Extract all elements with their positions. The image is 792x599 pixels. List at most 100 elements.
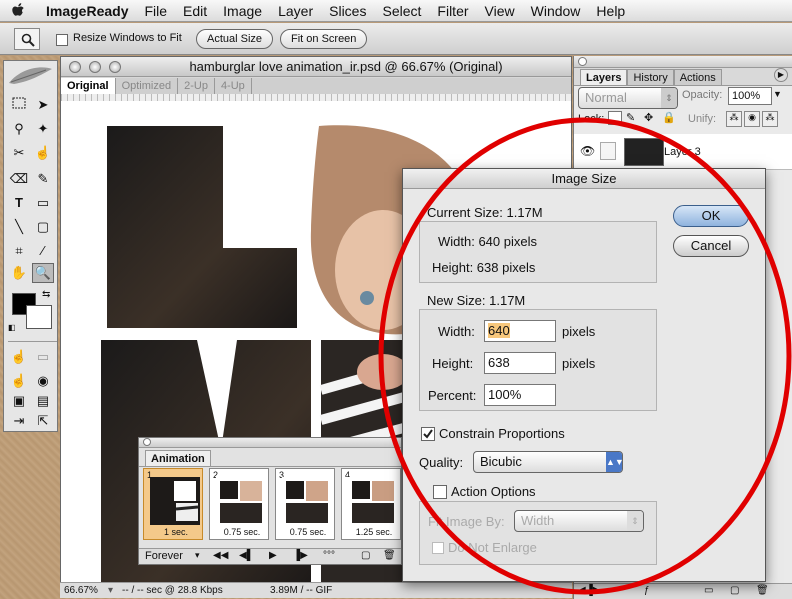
swap-colors-icon[interactable]: ⇆ [42, 289, 50, 300]
eye-icon[interactable]: 👁 [580, 144, 595, 158]
do-not-enlarge-checkbox[interactable] [432, 542, 444, 554]
image-map-tool-icon[interactable]: ☝ [8, 347, 30, 367]
magic-wand-tool-icon[interactable]: ✦ [32, 119, 54, 139]
duplicate-frame-icon[interactable]: ▢ [361, 550, 370, 561]
zoom-level[interactable]: 66.67% [64, 583, 98, 598]
animation-titlebar[interactable] [139, 438, 401, 448]
layers-palette-titlebar[interactable] [574, 56, 792, 68]
palette-close-icon[interactable] [578, 57, 587, 66]
menu-file[interactable]: File [136, 3, 175, 19]
zoom-tool-icon[interactable]: 🔍 [32, 263, 54, 283]
rollover-preview-icon[interactable]: ☝ [8, 371, 30, 391]
edit-in-photoshop-icon[interactable]: ⇥ [8, 411, 30, 431]
rectangle-tool-icon[interactable]: ▭ [32, 193, 54, 213]
menu-select[interactable]: Select [374, 3, 429, 19]
eraser-tool-icon[interactable]: ⌫ [8, 169, 30, 189]
previous-frame-icon[interactable]: ◀▌ [239, 550, 254, 561]
height-field[interactable]: 638 [484, 352, 556, 374]
menu-view[interactable]: View [477, 3, 523, 19]
tab-history[interactable]: History [627, 69, 674, 86]
slice-tool-icon[interactable]: ✂ [8, 143, 30, 163]
background-color-swatch[interactable] [26, 305, 52, 329]
play-icon[interactable]: ▶ [269, 550, 277, 561]
zoom-window-icon[interactable] [109, 61, 121, 73]
tab-animation[interactable]: Animation [145, 450, 211, 467]
type-tool-icon[interactable]: T [8, 193, 30, 213]
animation-frame-2[interactable]: 2 0.75 sec. [209, 468, 269, 540]
tab-2-up[interactable]: 2-Up [178, 78, 215, 94]
layer-link-box[interactable] [600, 142, 616, 160]
lock-all-icon[interactable]: 🔒 [662, 111, 676, 124]
tab-optimized[interactable]: Optimized [116, 78, 179, 94]
standard-screen-mode-icon[interactable]: ▣ [8, 391, 30, 411]
crop-tool-icon[interactable]: ⌗ [8, 241, 30, 261]
hand-tool-icon[interactable]: ✋ [8, 263, 30, 283]
width-field[interactable]: 640 [484, 320, 556, 342]
action-options-checkbox[interactable] [433, 485, 447, 499]
fit-on-screen-button[interactable]: Fit on Screen [280, 29, 368, 49]
frame-delay[interactable]: 1.25 sec. [346, 527, 402, 537]
lasso-tool-icon[interactable]: ⚲ [8, 119, 30, 139]
line-tool-icon[interactable]: ╲ [8, 217, 30, 237]
resize-windows-checkbox[interactable] [56, 34, 68, 46]
tab-actions[interactable]: Actions [673, 69, 722, 86]
brush-tool-icon[interactable]: ✎ [32, 169, 54, 189]
percent-field[interactable]: 100% [484, 384, 556, 406]
status-dropdown-icon[interactable]: ▾ [108, 583, 113, 598]
menu-window[interactable]: Window [523, 3, 589, 19]
animation-frame-1[interactable]: 1 1 sec. [143, 468, 203, 540]
ok-button[interactable]: OK [673, 205, 749, 227]
first-frame-icon[interactable]: ◀◀ [213, 550, 228, 561]
loop-select[interactable]: Forever [145, 550, 183, 562]
chevron-down-icon[interactable]: ▾ [195, 550, 200, 561]
layer-style-icon[interactable]: ƒ [644, 585, 650, 596]
eyedropper-tool-icon[interactable]: ⁄ [32, 241, 54, 261]
tab-4-up[interactable]: 4-Up [215, 78, 252, 94]
marquee-tool-icon[interactable] [8, 95, 30, 115]
menu-edit[interactable]: Edit [175, 3, 215, 19]
animation-frame-4[interactable]: 4 1.25 sec. [341, 468, 401, 540]
zoom-tool-preset[interactable] [14, 28, 40, 50]
menu-app-name[interactable]: ImageReady [38, 3, 136, 19]
preview-in-browser-icon[interactable]: ◉ [32, 371, 54, 391]
palette-menu-icon[interactable]: ▶ [774, 68, 788, 82]
quality-select[interactable]: Bicubic ▲▼ [473, 451, 624, 473]
new-folder-icon[interactable]: ▭ [704, 585, 713, 596]
tab-layers[interactable]: Layers [580, 69, 628, 86]
slice-select-tool-icon[interactable]: ☝ [32, 143, 54, 163]
full-screen-mode-icon[interactable]: ▤ [32, 391, 54, 411]
cancel-button[interactable]: Cancel [673, 235, 749, 257]
frame-nav-icon[interactable]: ◀▐▶ [578, 585, 600, 596]
fit-image-by-select[interactable]: Width ⇕ [514, 510, 644, 532]
trash-icon[interactable]: 🗑 [756, 585, 769, 596]
frame-delay[interactable]: 0.75 sec. [280, 527, 336, 537]
document-title-bar[interactable]: hamburglar love animation_ir.psd @ 66.67… [61, 57, 571, 77]
next-frame-icon[interactable]: ▐▶ [293, 550, 308, 561]
default-colors-icon[interactable]: ◧ [8, 323, 16, 332]
animation-frame-3[interactable]: 3 0.75 sec. [275, 468, 335, 540]
menu-slices[interactable]: Slices [321, 3, 374, 19]
photoshop-jump-icon[interactable]: ⇱ [32, 411, 54, 431]
lock-transparency-icon[interactable] [608, 111, 622, 125]
opacity-field[interactable]: 100% [728, 87, 772, 105]
unify-visibility-icon[interactable]: ◉ [744, 111, 760, 127]
close-window-icon[interactable] [69, 61, 81, 73]
move-tool-icon[interactable]: ➤ [32, 95, 54, 115]
layer-row[interactable]: 👁 Layer 3 [574, 134, 792, 170]
constrain-proportions-checkbox[interactable] [421, 427, 435, 441]
menu-help[interactable]: Help [588, 3, 633, 19]
rounded-rect-tool-icon[interactable]: ▢ [32, 217, 54, 237]
actual-size-button[interactable]: Actual Size [196, 29, 274, 49]
new-layer-icon[interactable]: ▢ [730, 585, 739, 596]
lock-pixels-icon[interactable]: ✎ [626, 111, 635, 124]
tab-original[interactable]: Original [61, 78, 116, 94]
toggle-slices-icon[interactable]: ▭ [32, 347, 54, 367]
menu-filter[interactable]: Filter [429, 3, 476, 19]
lock-position-icon[interactable]: ✥ [644, 111, 653, 124]
menu-image[interactable]: Image [215, 3, 270, 19]
minimize-window-icon[interactable] [89, 61, 101, 73]
apple-icon[interactable] [12, 2, 32, 19]
frame-delay[interactable]: 0.75 sec. [214, 527, 270, 537]
unify-position-icon[interactable]: ⁂ [726, 111, 742, 127]
unify-style-icon[interactable]: ⁂ [762, 111, 778, 127]
